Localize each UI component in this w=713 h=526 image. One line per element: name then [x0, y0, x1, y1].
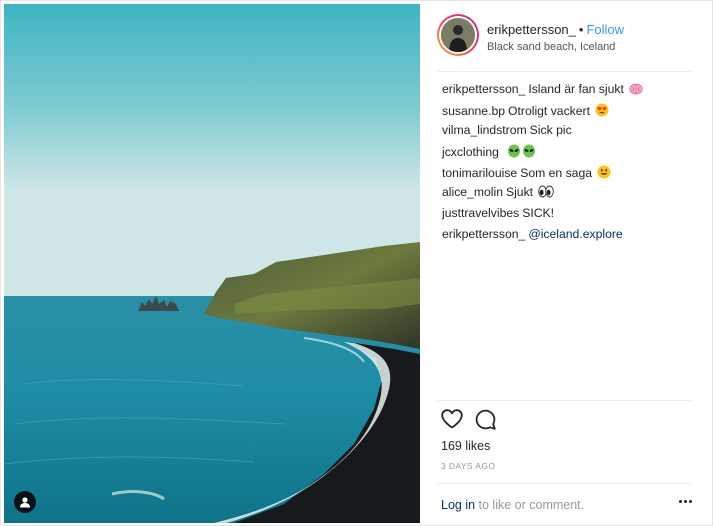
comment-text: Sjukt: [505, 185, 534, 200]
comment-text: Sick pic: [529, 123, 572, 138]
comment-item: erikpettersson_ @iceland.explore: [442, 227, 692, 248]
follow-button[interactable]: Follow: [586, 22, 624, 37]
comment-item: tonimarilouise Som en saga: [442, 165, 692, 186]
comment-text: Island är fan sjukt: [528, 82, 624, 96]
brain-emoji-icon: [629, 83, 643, 99]
comment-text: Som en saga: [520, 165, 593, 180]
comment-item: jcxclothing: [442, 144, 692, 165]
action-buttons: [441, 409, 496, 435]
post-header: erikpettersson_ • Follow Black sand beach,…: [437, 14, 692, 72]
avatar[interactable]: [437, 14, 479, 56]
comment-item: alice_molin Sjukt: [442, 185, 692, 206]
comment-item: erikpettersson_ Island är fan sjukt: [442, 82, 692, 103]
post-location[interactable]: Black sand beach, Iceland: [487, 41, 624, 53]
alien-emoji-icon: [507, 144, 537, 162]
more-options-icon[interactable]: [679, 500, 692, 503]
landscape-image: [4, 4, 420, 523]
likes-count[interactable]: 169 likes: [441, 439, 490, 453]
comment-mention-link[interactable]: @iceland.explore: [528, 227, 622, 241]
user-tag-icon[interactable]: [14, 491, 36, 513]
post-card: erikpettersson_ • Follow Black sand beach,…: [0, 0, 713, 526]
comment-text: Otroligt vackert: [508, 103, 590, 118]
heart-icon[interactable]: [441, 409, 463, 435]
comments-list: erikpettersson_ Island är fan sjukt susan…: [442, 82, 692, 248]
comment-icon[interactable]: [475, 409, 496, 435]
separator-dot: •: [578, 22, 584, 37]
comment-username[interactable]: erikpettersson_: [442, 227, 525, 241]
post-side-panel: erikpettersson_ • Follow Black sand beach,…: [421, 4, 710, 523]
comment-username[interactable]: susanne.bp: [442, 104, 505, 118]
comment-username[interactable]: tonimarilouise: [442, 166, 517, 180]
comment-username[interactable]: erikpettersson_: [442, 82, 525, 96]
actions-section: 169 likes 3 DAYS AGO Log in to like or c…: [437, 400, 692, 522]
comment-username[interactable]: vilma_lindstrom: [442, 123, 527, 137]
smile-emoji-icon: [597, 165, 611, 183]
comment-username[interactable]: justtravelvibes: [442, 206, 519, 220]
post-photo[interactable]: [4, 4, 420, 523]
comment-text: SICK!: [522, 206, 555, 221]
heart-eyes-emoji-icon: [595, 103, 609, 121]
comment-item: vilma_lindstrom Sick pic: [442, 123, 692, 144]
comment-item: justtravelvibes SICK!: [442, 206, 692, 227]
post-timestamp[interactable]: 3 DAYS AGO: [441, 461, 495, 471]
login-prompt-text: to like or comment.: [475, 498, 585, 512]
login-link[interactable]: Log in: [441, 498, 475, 512]
comment-username[interactable]: jcxclothing: [442, 145, 499, 159]
login-prompt: Log in to like or comment.: [437, 483, 692, 523]
comment-item: susanne.bp Otroligt vackert: [442, 103, 692, 124]
eyes-emoji-icon: [538, 185, 555, 202]
post-username[interactable]: erikpettersson_: [487, 22, 576, 37]
comment-username[interactable]: alice_molin: [442, 185, 503, 199]
